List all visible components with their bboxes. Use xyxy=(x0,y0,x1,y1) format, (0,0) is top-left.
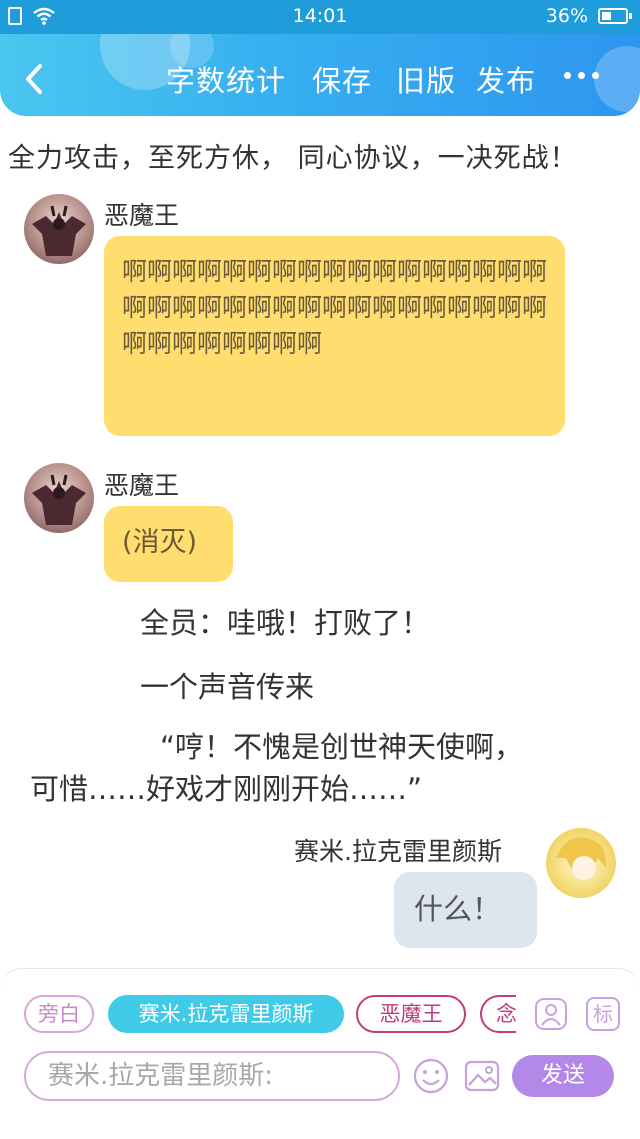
chip-character-selected[interactable]: 赛米.拉克雷里颜斯 xyxy=(108,995,344,1033)
narration-line: 全力攻击，至死方休， 同心协议，一决死战！ xyxy=(8,143,578,174)
blonde-avatar-icon xyxy=(556,837,607,880)
narration-line: 全员：哇哦！打败了！ xyxy=(140,606,431,640)
chip-character[interactable]: 念 xyxy=(480,995,516,1033)
character-profile-icon[interactable] xyxy=(534,997,568,1031)
narration-line: 可惜……好戏才刚刚开始……” xyxy=(30,772,423,806)
chip-character[interactable]: 恶魔王 xyxy=(356,995,466,1033)
more-dots-icon[interactable] xyxy=(564,72,600,82)
battery-percent: 36% xyxy=(545,5,588,27)
tag-button[interactable]: 标 xyxy=(586,997,620,1031)
avatar[interactable] xyxy=(24,194,94,264)
message-bubble[interactable]: 什么！ xyxy=(394,872,537,948)
composer-panel: 旁白 赛米.拉克雷里颜斯 恶魔王 念 标 发送 xyxy=(0,968,640,1139)
speaker-name: 赛米.拉克雷里颜斯 xyxy=(294,837,502,866)
speaker-name: 恶魔王 xyxy=(104,201,180,230)
emoji-icon[interactable] xyxy=(412,1057,450,1095)
publish-button[interactable]: 发布 xyxy=(476,58,536,100)
send-button[interactable]: 发送 xyxy=(512,1055,614,1097)
battery-icon xyxy=(598,8,632,24)
image-icon[interactable] xyxy=(463,1057,501,1095)
narration-line: “哼！不愧是创世神天使啊， xyxy=(160,730,524,764)
top-navigation-bar: 字数统计 保存 旧版 发布 xyxy=(0,34,640,116)
clock: 14:01 xyxy=(292,5,348,27)
save-button[interactable]: 保存 xyxy=(312,58,372,100)
chat-area[interactable]: 全力攻击，至死方休， 同心协议，一决死战！ 恶魔王 啊啊啊啊啊啊啊啊啊啊啊啊啊啊… xyxy=(0,116,640,966)
message-bubble[interactable]: 啊啊啊啊啊啊啊啊啊啊啊啊啊啊啊啊啊啊啊啊啊啊啊啊啊啊啊啊啊啊啊啊啊啊啊啊啊啊啊啊… xyxy=(104,236,565,436)
avatar[interactable] xyxy=(24,463,94,533)
narration-line: 一个声音传来 xyxy=(140,670,315,704)
chevron-left-icon[interactable] xyxy=(22,62,48,96)
word-count-button[interactable]: 字数统计 xyxy=(166,58,286,100)
old-version-button[interactable]: 旧版 xyxy=(396,58,456,100)
demon-avatar-icon xyxy=(32,205,86,256)
status-bar: 14:01 36% xyxy=(0,0,640,34)
speaker-name: 恶魔王 xyxy=(104,471,180,500)
demon-avatar-icon xyxy=(32,474,86,525)
message-bubble[interactable]: (消灭) xyxy=(104,506,233,582)
message-input[interactable] xyxy=(24,1051,400,1101)
avatar[interactable] xyxy=(546,828,616,898)
chip-narrator[interactable]: 旁白 xyxy=(24,995,94,1033)
